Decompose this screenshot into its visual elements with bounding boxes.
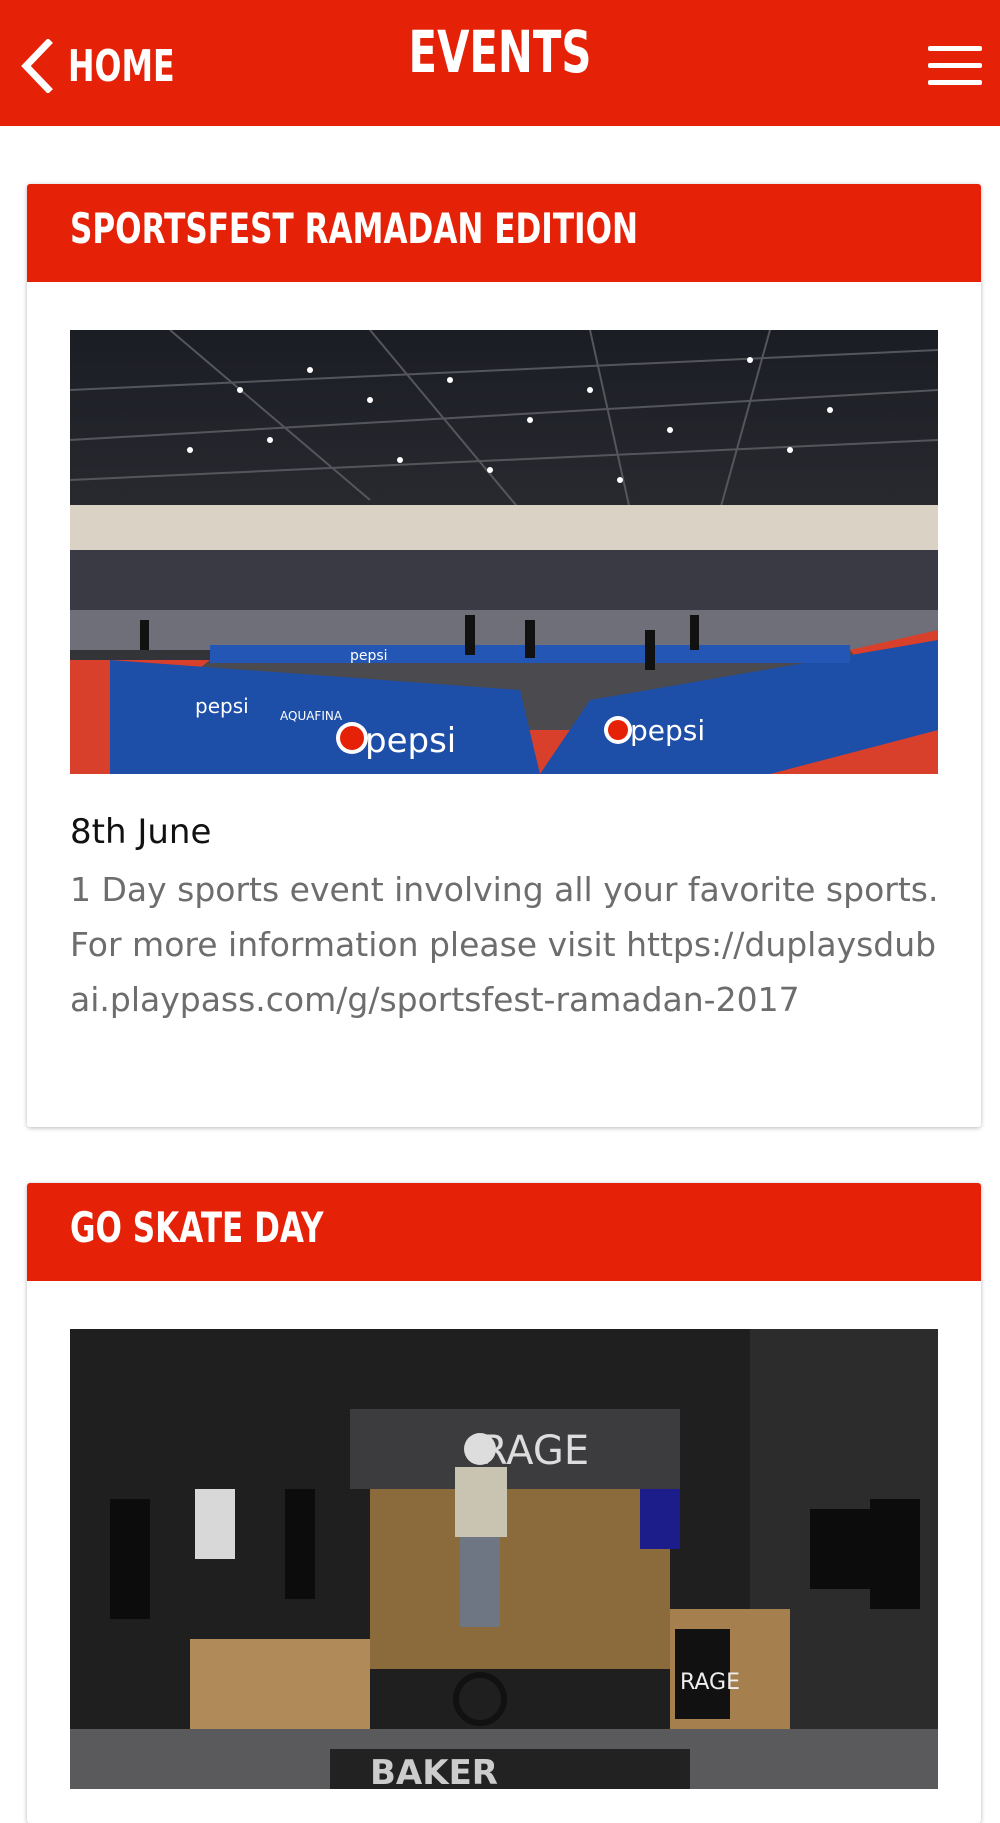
event-title: GO SKATE DAY [70,1203,324,1252]
event-title: SPORTSFEST RAMADAN EDITION [70,204,639,253]
event-image: pepsi pepsi pepsi pepsi AQUAFINA [70,330,938,774]
event-card-header: GO SKATE DAY [27,1183,981,1281]
image-label: pepsi [365,721,456,761]
image-label: pepsi [350,648,388,664]
event-description: 1 Day sports event involving all your fa… [70,870,939,1019]
event-card-header: SPORTSFEST RAMADAN EDITION [27,184,981,282]
event-card[interactable]: SPORTSFEST RAMADAN EDITION pepsi pepsi p… [27,184,981,1127]
hamburger-menu-icon[interactable] [928,46,982,88]
event-image: RAGE RAGE BAKER [70,1329,938,1789]
image-label: pepsi [195,694,249,718]
image-label: pepsi [630,714,705,747]
image-label: AQUAFINA [280,709,343,723]
page-title: EVENTS [408,18,592,86]
event-date: 8th June [70,812,212,852]
image-label: RAGE [680,1670,740,1695]
image-label: BAKER [370,1753,498,1789]
event-card[interactable]: GO SKATE DAY RAGE RAGE BAKER [27,1183,981,1823]
top-nav-bar: HOME EVENTS [0,0,1000,126]
